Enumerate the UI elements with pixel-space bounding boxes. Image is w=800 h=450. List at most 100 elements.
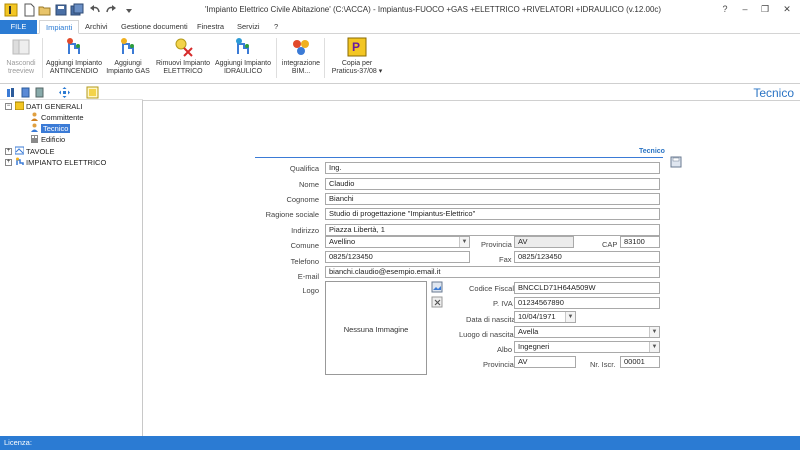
ribbon-label: Impianto GAS (106, 68, 150, 75)
ragione-sociale-field[interactable]: Studio di progettazione "Impiantus-Elett… (325, 208, 660, 220)
toggle-panel-icon[interactable] (86, 86, 99, 99)
electric-system-remove-icon (175, 38, 193, 57)
technician-icon (31, 123, 38, 132)
ribbon-separator (276, 38, 277, 78)
minimize-button[interactable]: – (738, 2, 752, 16)
chevron-down-icon[interactable]: ▼ (459, 237, 469, 247)
tab-help[interactable]: ? (268, 20, 284, 34)
chevron-down-icon[interactable]: ▾ (379, 68, 383, 75)
tree-item-label: Committente (41, 113, 84, 122)
title-bar: 'Impianto Elettrico Civile Abitazione' (… (0, 0, 800, 20)
page-title: Tecnico (753, 86, 794, 100)
albo-select[interactable]: Ingegneri ▼ (514, 341, 660, 353)
tree-item-dati-generali[interactable]: DATI GENERALI (15, 101, 83, 112)
move-arrows-icon[interactable] (58, 86, 71, 99)
ribbon-label: BIM... (291, 68, 311, 75)
tree-item-impianto-elettrico[interactable]: IMPIANTO ELETTRICO (15, 157, 106, 168)
codice-fiscale-field[interactable]: BNCCLD71H64A509W (514, 282, 660, 294)
tree-item-edificio[interactable]: Edificio (30, 134, 65, 145)
provincia-label: Provincia (481, 240, 512, 249)
cognome-field[interactable]: Bianchi (325, 193, 660, 205)
chevron-down-icon[interactable]: ▼ (649, 327, 659, 337)
tree-item-label: TAVOLE (26, 147, 55, 156)
cap-field[interactable]: 83100 (620, 236, 660, 248)
data-nascita-value: 10/04/1971 (518, 312, 556, 321)
tab-impianti[interactable]: Impianti (39, 20, 80, 34)
tab-finestra[interactable]: Finestra (191, 20, 230, 34)
redo-icon[interactable] (104, 3, 118, 17)
email-label: E-mail (297, 272, 319, 281)
nome-field[interactable]: Claudio (325, 178, 660, 190)
save-icon[interactable] (54, 3, 68, 17)
restore-button[interactable]: ❐ (758, 2, 772, 16)
form-save-icon[interactable] (670, 156, 682, 168)
book-icon[interactable] (20, 87, 31, 98)
main-panel: Tecnico Tecnico Qualifica Ing. Nome Clau… (143, 85, 800, 436)
status-bar: Licenza: (0, 436, 800, 450)
cognome-label: Cognome (286, 195, 319, 204)
close-button[interactable]: ✕ (780, 2, 794, 16)
piva-label: P. IVA (493, 299, 513, 308)
file-tab[interactable]: FILE (0, 20, 37, 34)
data-nascita-select[interactable]: 10/04/1971 ▼ (514, 311, 576, 323)
ribbon-label: IDRAULICO (223, 68, 263, 75)
tree-expander[interactable]: + (5, 159, 12, 166)
person-icon (31, 112, 38, 121)
customize-quick-access-icon[interactable] (122, 3, 136, 17)
add-gas-system-button[interactable]: Aggiungi Impianto GAS (104, 36, 152, 76)
indirizzo-field[interactable]: Piazza Libertà, 1 (325, 224, 660, 236)
app-logo-icon (4, 3, 18, 17)
hide-treeview-button[interactable]: Nascondi treeview (2, 36, 40, 76)
albo-label: Albo (497, 345, 513, 354)
ribbon-label: integrazione (281, 60, 321, 67)
tab-servizi[interactable]: Servizi (231, 20, 266, 34)
hydraulic-system-icon (236, 38, 249, 54)
piva-field[interactable]: 01234567890 (514, 297, 660, 309)
email-field[interactable]: bianchi.claudio@esempio.email.it (325, 266, 660, 278)
bim-integration-button[interactable]: integrazione BIM... (280, 36, 322, 76)
luogo-nascita-select[interactable]: Avella ▼ (514, 326, 660, 338)
remove-image-icon[interactable] (431, 296, 443, 308)
cap-label: CAP (602, 240, 618, 249)
chevron-down-icon[interactable]: ▼ (565, 312, 575, 322)
nr-iscr-field[interactable]: 00001 (620, 356, 660, 368)
telefono-field[interactable]: 0825/123450 (325, 251, 470, 263)
fax-field[interactable]: 0825/123450 (514, 251, 660, 263)
divider (143, 100, 800, 101)
undo-icon[interactable] (88, 3, 102, 17)
comune-label: Comune (290, 241, 319, 250)
ribbon-label: Nascondi (6, 60, 36, 67)
indirizzo-label: Indirizzo (291, 226, 319, 235)
chevron-down-icon[interactable]: ▼ (649, 342, 659, 352)
add-hydraulic-system-button[interactable]: Aggiungi Impianto IDRAULICO (214, 36, 272, 76)
tree-item-committente[interactable]: Committente (30, 112, 84, 123)
books-icon[interactable] (6, 87, 17, 98)
archive-icon[interactable] (34, 87, 45, 98)
save-all-icon[interactable] (70, 3, 84, 17)
qualifica-field[interactable]: Ing. (325, 162, 660, 174)
ribbon-label: ANTINCENDIO (49, 68, 99, 75)
tab-gestione-documenti[interactable]: Gestione documenti (115, 20, 194, 34)
copy-praticus-button[interactable]: P Copia per Praticus-37/08 ▾ (328, 36, 386, 76)
help-button[interactable]: ? (718, 2, 732, 16)
gas-system-icon (121, 38, 134, 54)
ribbon-separator (324, 38, 325, 78)
tree-expander[interactable]: − (5, 103, 12, 110)
provincia-field: AV (514, 236, 574, 248)
new-file-icon[interactable] (22, 3, 36, 17)
open-folder-icon[interactable] (38, 3, 52, 17)
add-fire-system-button[interactable]: Aggiungi Impianto ANTINCENDIO (44, 36, 104, 76)
license-status: Licenza: (4, 438, 32, 447)
comune-select[interactable]: Avellino ▼ (325, 236, 470, 248)
logo-label: Logo (302, 286, 319, 295)
tab-archivi[interactable]: Archivi (79, 20, 114, 34)
bim-icon (293, 40, 309, 55)
provincia-albo-field[interactable]: AV (514, 356, 576, 368)
logo-image-box[interactable]: Nessuna Immagine (325, 281, 427, 375)
ribbon-label-text: Praticus-37/08 (331, 68, 377, 75)
load-image-icon[interactable] (431, 281, 443, 293)
tree-item-tecnico[interactable]: Tecnico (30, 123, 71, 134)
remove-electric-system-button[interactable]: Rimuovi Impianto ELETTRICO (154, 36, 212, 76)
tree-item-tavole[interactable]: TAVOLE (15, 146, 54, 157)
tree-expander[interactable]: + (5, 148, 12, 155)
